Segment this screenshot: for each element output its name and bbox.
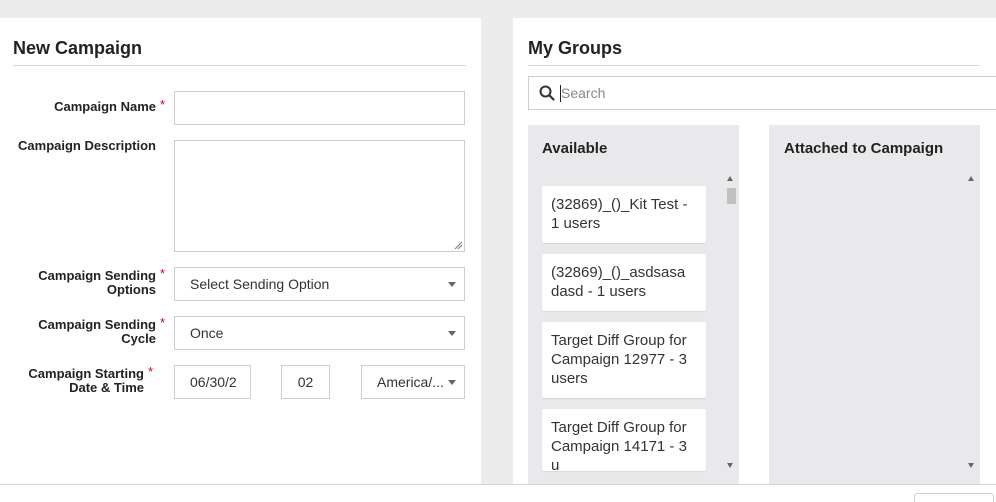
scroll-up-icon[interactable] xyxy=(727,176,733,181)
group-card[interactable]: (32869)_()_Kit Test - 1 users xyxy=(542,186,706,243)
attached-groups-list: Attached to Campaign xyxy=(769,125,980,484)
scroll-thumb[interactable] xyxy=(727,188,736,204)
footer-button[interactable] xyxy=(914,493,994,502)
chevron-down-icon xyxy=(448,331,456,336)
sending-cycle-value: Once xyxy=(190,325,224,341)
required-marker: * xyxy=(160,97,166,112)
start-label-line2: Date & Time xyxy=(69,380,144,395)
sending-cycle-label: Campaign Sending Cycle xyxy=(0,318,156,346)
chevron-down-icon xyxy=(448,282,456,287)
scroll-up-icon[interactable] xyxy=(968,176,974,181)
my-groups-title: My Groups xyxy=(528,38,623,58)
campaign-description-textarea[interactable] xyxy=(174,140,465,252)
group-card[interactable]: (32869)_()_asdsasa dasd - 1 users xyxy=(542,254,706,311)
search-icon xyxy=(539,85,555,101)
campaign-name-label: Campaign Name xyxy=(54,99,156,114)
start-date-time-label: Campaign Starting Date & Time xyxy=(0,367,144,395)
start-date-input[interactable]: 06/30/2 xyxy=(174,365,251,399)
footer-bar xyxy=(0,484,996,502)
sending-cycle-label-line1: Campaign Sending xyxy=(38,317,156,332)
attached-scrollbar[interactable] xyxy=(966,173,978,471)
my-groups-panel: My Groups Search Available (32869)_()_Ki… xyxy=(513,18,996,484)
group-card[interactable]: Target Diff Group for Campaign 12977 - 3… xyxy=(542,322,706,398)
sending-cycle-select[interactable]: Once xyxy=(174,316,465,350)
group-card-line: 1 users xyxy=(551,215,601,232)
start-label-line1: Campaign Starting xyxy=(28,366,144,381)
sending-cycle-label-line2: Cycle xyxy=(121,331,156,346)
available-scrollbar[interactable] xyxy=(725,173,737,471)
timezone-value: America/... xyxy=(377,374,444,390)
sending-options-select[interactable]: Select Sending Option xyxy=(174,267,465,301)
title-divider xyxy=(13,65,466,66)
campaign-description-label: Campaign Description xyxy=(18,138,156,153)
resize-grip-icon[interactable] xyxy=(454,241,462,249)
sending-options-label-line2: Options xyxy=(106,282,156,297)
sending-options-label-line1: Campaign Sending xyxy=(38,268,156,283)
group-card-line: users xyxy=(551,370,588,387)
attached-title: Attached to Campaign xyxy=(784,140,944,157)
search-placeholder: Search xyxy=(561,85,606,101)
title-divider xyxy=(528,65,980,66)
group-card-line: Campaign 14171 - 3 u xyxy=(551,438,687,471)
required-marker: * xyxy=(160,315,166,330)
group-card-line: Target Diff Group for xyxy=(551,332,687,349)
chevron-down-icon xyxy=(448,380,456,385)
group-card-line: Target Diff Group for xyxy=(551,419,687,436)
campaign-name-input[interactable] xyxy=(174,91,465,125)
group-card[interactable]: Target Diff Group for Campaign 14171 - 3… xyxy=(542,409,706,471)
sending-options-value: Select Sending Option xyxy=(190,276,330,292)
group-card-line: (32869)_()_Kit Test - xyxy=(551,196,688,213)
available-title: Available xyxy=(542,140,608,157)
scroll-down-icon[interactable] xyxy=(727,463,733,468)
start-hour-input[interactable]: 02 xyxy=(281,365,330,399)
available-groups-list: Available (32869)_()_Kit Test - 1 users … xyxy=(528,125,739,484)
group-card-line: (32869)_()_asdsasa xyxy=(551,264,686,281)
sending-options-label: Campaign Sending Options xyxy=(0,269,156,297)
required-marker: * xyxy=(148,364,154,379)
group-search-input[interactable]: Search xyxy=(528,76,996,110)
timezone-select[interactable]: America/... xyxy=(361,365,465,399)
new-campaign-panel: New Campaign Campaign Name * Campaign De… xyxy=(0,18,481,484)
required-marker: * xyxy=(160,266,166,281)
group-card-line: Campaign 12977 - 3 xyxy=(551,351,687,368)
group-card-line: dasd - 1 users xyxy=(551,283,647,300)
scroll-down-icon[interactable] xyxy=(968,463,974,468)
new-campaign-title: New Campaign xyxy=(13,38,143,58)
